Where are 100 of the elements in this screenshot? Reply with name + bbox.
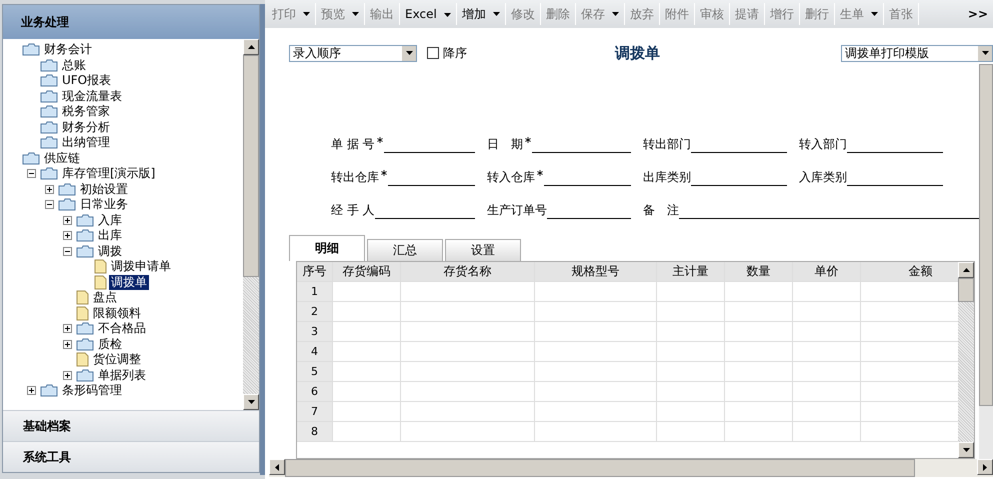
table-cell[interactable]: [333, 382, 401, 402]
tree-item[interactable]: 日常业务: [78, 197, 130, 212]
tree-item[interactable]: 不合格品: [96, 321, 148, 336]
tree-item[interactable]: 调拨单: [109, 274, 149, 290]
tree-item[interactable]: 出纳管理: [60, 135, 112, 150]
table-cell[interactable]: [401, 322, 535, 342]
table-cell[interactable]: [657, 302, 725, 322]
more-button[interactable]: >>: [962, 3, 993, 25]
tree-item[interactable]: 总账: [60, 58, 88, 73]
table-cell[interactable]: [333, 322, 401, 342]
plus-icon[interactable]: [63, 340, 74, 349]
table-cell[interactable]: [793, 322, 861, 342]
table-cell[interactable]: [535, 362, 657, 382]
sort-dropdown[interactable]: 录入顺序: [289, 44, 417, 62]
descending-checkbox[interactable]: 降序: [427, 44, 467, 62]
tab[interactable]: 汇总: [367, 239, 443, 261]
plus-icon[interactable]: [27, 386, 38, 396]
table-cell[interactable]: [657, 282, 725, 302]
minus-icon[interactable]: [63, 246, 74, 256]
table-cell[interactable]: [401, 402, 535, 422]
folder-icon: [40, 105, 58, 118]
toolbar-button[interactable]: Excel: [400, 3, 457, 25]
table-cell[interactable]: [793, 302, 861, 322]
table-cell[interactable]: [535, 302, 657, 322]
tree-item[interactable]: 入库: [96, 212, 124, 228]
table-cell[interactable]: [535, 342, 657, 362]
scroll-thumb[interactable]: [243, 55, 259, 277]
table-cell[interactable]: [333, 402, 401, 422]
scrollbar[interactable]: [243, 39, 259, 410]
tree-item[interactable]: 财务分析: [60, 120, 112, 135]
tree-item[interactable]: 财务会计: [42, 42, 94, 58]
table-cell[interactable]: [401, 362, 535, 382]
tree-item[interactable]: 初始设置: [78, 182, 130, 197]
table-cell[interactable]: [725, 322, 793, 342]
tree-item[interactable]: 供应链: [42, 150, 82, 166]
tree-item[interactable]: 税务管家: [60, 104, 112, 120]
table-cell[interactable]: [657, 382, 725, 402]
tree-item[interactable]: UFO报表: [60, 73, 114, 88]
plus-icon[interactable]: [63, 216, 74, 225]
minus-icon[interactable]: [27, 169, 38, 178]
table-cell[interactable]: [535, 402, 657, 422]
table-cell[interactable]: [725, 302, 793, 322]
table-cell[interactable]: [725, 282, 793, 302]
table-cell[interactable]: [657, 322, 725, 342]
scroll-thumb[interactable]: [979, 64, 993, 406]
plus-icon[interactable]: [63, 231, 74, 240]
table-cell[interactable]: [725, 402, 793, 422]
table-cell[interactable]: [333, 302, 401, 322]
table-cell[interactable]: [793, 422, 861, 442]
tree-item[interactable]: 货位调整: [91, 352, 143, 368]
table-cell[interactable]: [793, 362, 861, 382]
scrollbar[interactable]: [958, 262, 974, 458]
table-cell[interactable]: [725, 422, 793, 442]
table-cell[interactable]: [535, 322, 657, 342]
table-cell[interactable]: [401, 302, 535, 322]
tree-item[interactable]: 单据列表: [96, 368, 148, 383]
tree-item[interactable]: 质检: [96, 336, 124, 352]
tree-item[interactable]: 条形码管理: [60, 383, 124, 398]
table-cell[interactable]: [333, 342, 401, 362]
table-cell[interactable]: [333, 362, 401, 382]
plus-icon[interactable]: [45, 184, 56, 194]
table-cell[interactable]: [657, 402, 725, 422]
plus-icon[interactable]: [63, 324, 74, 334]
table-cell[interactable]: [333, 422, 401, 442]
scroll-thumb[interactable]: [958, 278, 974, 302]
tree-item[interactable]: 现金流量表: [60, 88, 124, 104]
minus-icon[interactable]: [45, 200, 56, 210]
table-cell[interactable]: [793, 282, 861, 302]
table-cell[interactable]: [401, 422, 535, 442]
table-cell[interactable]: [725, 382, 793, 402]
table-cell[interactable]: [535, 422, 657, 442]
template-dropdown[interactable]: 调拨单打印模版: [841, 44, 993, 62]
table-cell[interactable]: [657, 362, 725, 382]
tab[interactable]: 设置: [445, 239, 521, 261]
tree-item[interactable]: 库存管理[演示版]: [60, 166, 158, 182]
table-cell[interactable]: [401, 282, 535, 302]
tree-item[interactable]: 调拨申请单: [109, 259, 173, 274]
table-cell[interactable]: [401, 342, 535, 362]
table-cell[interactable]: [725, 342, 793, 362]
tree-item[interactable]: 盘点: [91, 290, 119, 306]
folder-icon: [22, 43, 40, 56]
table-cell[interactable]: [793, 342, 861, 362]
panel-header[interactable]: 系统工具: [3, 441, 259, 472]
table-cell[interactable]: [657, 422, 725, 442]
table-cell[interactable]: [535, 382, 657, 402]
plus-icon[interactable]: [63, 370, 74, 380]
panel-header[interactable]: 基础档案: [3, 410, 259, 441]
left-arrow-icon: [275, 464, 279, 470]
table-cell[interactable]: [793, 382, 861, 402]
tree-item[interactable]: 调拨: [96, 244, 124, 259]
table-cell[interactable]: [657, 342, 725, 362]
tree-item[interactable]: 限额领料: [91, 306, 143, 321]
toolbar-button[interactable]: 增加: [456, 3, 506, 25]
table-cell[interactable]: [401, 382, 535, 402]
table-cell[interactable]: [535, 282, 657, 302]
tree-item[interactable]: 出库: [96, 228, 124, 244]
table-cell[interactable]: [333, 282, 401, 302]
table-cell[interactable]: [793, 402, 861, 422]
tab[interactable]: 明细: [289, 235, 365, 261]
table-cell[interactable]: [725, 362, 793, 382]
